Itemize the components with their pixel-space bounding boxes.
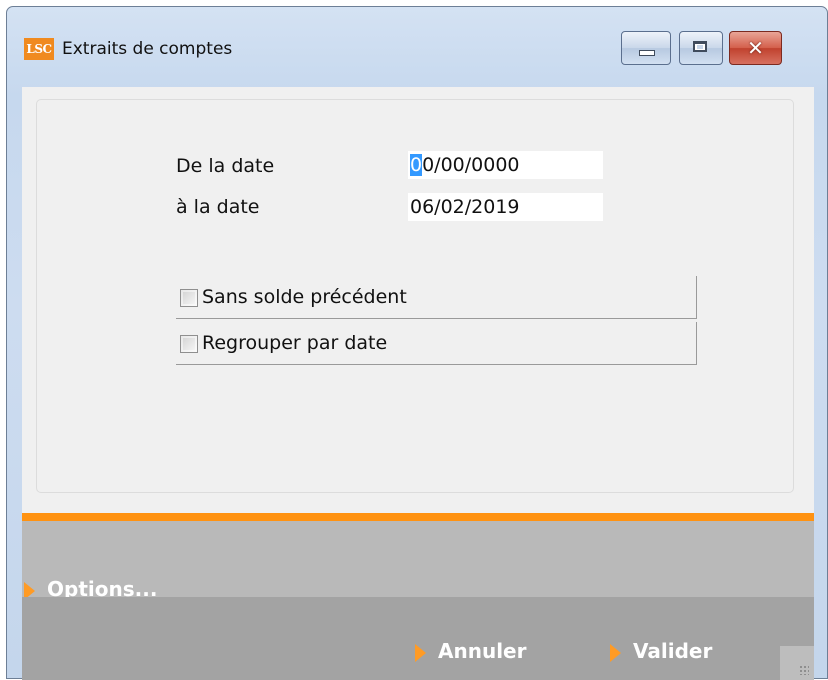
resize-grip-icon[interactable] xyxy=(780,646,814,680)
maximize-icon xyxy=(693,41,707,52)
option-label: Sans solde précédent xyxy=(202,286,407,308)
cancel-label: Annuler xyxy=(438,639,527,663)
to-date-input[interactable]: 06/02/2019 xyxy=(408,193,603,221)
option-label: Regrouper par date xyxy=(202,332,388,354)
text-selection: 0 xyxy=(410,154,423,176)
triangle-right-icon xyxy=(610,643,621,662)
validate-button[interactable]: Valider xyxy=(610,639,712,663)
action-band: Annuler Valider xyxy=(22,597,814,680)
cancel-button[interactable]: Annuler xyxy=(415,639,526,663)
checkbox-sans-solde-precedent[interactable] xyxy=(180,289,198,307)
to-date-label: à la date xyxy=(176,196,260,218)
from-date-value: 0/00/0000 xyxy=(422,154,520,176)
form-panel: De la date 00/00/0000 à la date 06/02/20… xyxy=(36,99,794,493)
dialog-window: LSC Extraits de comptes ✕ De la date 00/… xyxy=(6,6,828,680)
option-sans-solde-precedent[interactable]: Sans solde précédent xyxy=(176,276,697,319)
close-icon: ✕ xyxy=(747,36,764,60)
minimize-button[interactable] xyxy=(621,31,671,65)
minimize-icon xyxy=(639,50,655,56)
triangle-right-icon xyxy=(415,643,426,662)
close-button[interactable]: ✕ xyxy=(729,31,782,65)
option-regrouper-par-date[interactable]: Regrouper par date xyxy=(176,322,697,365)
from-date-input[interactable]: 00/00/0000 xyxy=(408,151,603,179)
from-date-label: De la date xyxy=(176,155,275,177)
dialog-client-area: De la date 00/00/0000 à la date 06/02/20… xyxy=(22,87,814,680)
window-title: Extraits de comptes xyxy=(62,39,233,59)
options-band: Options... xyxy=(22,521,814,601)
app-logo: LSC xyxy=(24,38,54,60)
title-bar[interactable]: LSC Extraits de comptes ✕ xyxy=(7,7,827,81)
accent-divider xyxy=(22,513,814,521)
validate-label: Valider xyxy=(633,639,713,663)
checkbox-regrouper-par-date[interactable] xyxy=(180,335,198,353)
maximize-button[interactable] xyxy=(679,31,723,65)
